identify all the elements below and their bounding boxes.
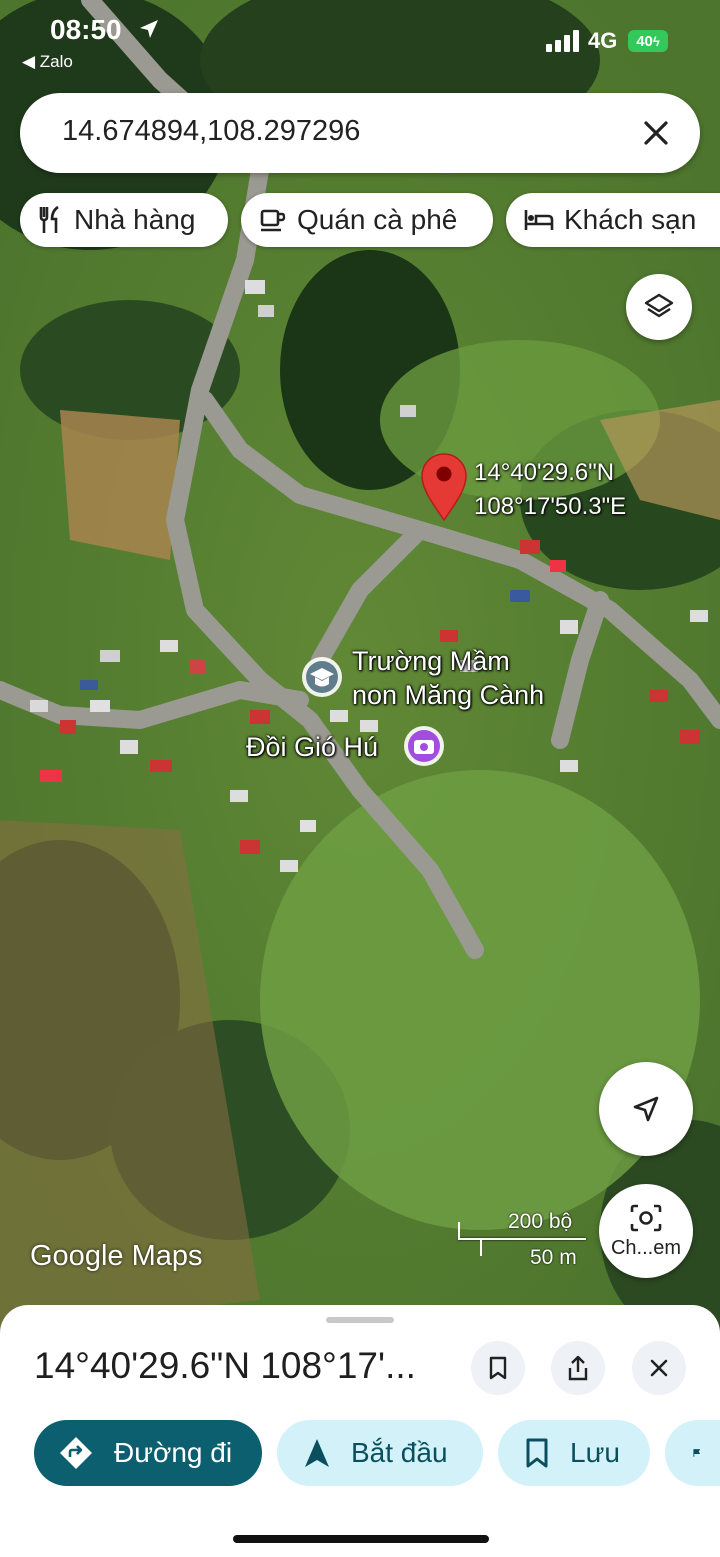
more-actions-button[interactable]	[665, 1420, 720, 1486]
lens-button-label: Ch...em	[610, 1236, 682, 1259]
share-button[interactable]	[551, 1341, 605, 1395]
place-title: 14°40'29.6"N 108°17'...	[34, 1345, 416, 1386]
scale-metric: 50 m	[530, 1246, 577, 1269]
bookmark-icon	[489, 1356, 507, 1380]
flag-icon	[693, 1449, 700, 1457]
save-button[interactable]: Lưu	[498, 1420, 650, 1486]
camera-lens-icon	[630, 1204, 662, 1231]
sheet-drag-handle[interactable]	[326, 1317, 394, 1323]
place-name-line1: Trường Mầm	[352, 646, 510, 676]
lens-button[interactable]: Ch...em	[599, 1184, 693, 1278]
google-maps-logo: Google Maps	[30, 1240, 203, 1272]
place-name-line2: non Măng Cành	[352, 680, 545, 710]
battery-icon: 40 ϟ	[628, 30, 668, 52]
directions-label: Đường đi	[114, 1437, 233, 1468]
chip-restaurants[interactable]: Nhà hàng	[20, 193, 228, 247]
camera-icon	[404, 726, 444, 766]
place-bottom-sheet[interactable]: 14°40'29.6"N 108°17'... Đường đi Bắt đầu	[0, 1305, 720, 1557]
directions-button[interactable]: Đường đi	[34, 1420, 262, 1486]
pin-coordinates-label: 14°40'29.6"N 108°17'50.3"E	[474, 456, 626, 524]
save-icon-button[interactable]	[471, 1341, 525, 1395]
school-icon	[302, 657, 342, 697]
bookmark-icon	[526, 1438, 548, 1468]
close-sheet-button[interactable]	[632, 1341, 686, 1395]
start-navigation-button[interactable]: Bắt đầu	[277, 1420, 483, 1486]
clear-search-icon[interactable]	[638, 115, 674, 151]
status-bar: 08:50 ◀ Zalo 4G 40 ϟ	[0, 0, 720, 80]
hotel-icon	[524, 210, 554, 230]
close-icon	[650, 1359, 668, 1377]
chip-coffee[interactable]: Quán cà phê	[241, 193, 493, 247]
battery-level: 40	[636, 32, 653, 50]
directions-icon	[60, 1437, 92, 1469]
chip-label: Khách sạn	[564, 204, 697, 235]
coffee-icon	[260, 209, 286, 232]
pin-longitude: 108°17'50.3"E	[474, 493, 627, 520]
pin-latitude: 14°40'29.6"N	[474, 459, 615, 486]
restaurant-icon	[39, 205, 59, 233]
navigation-arrow-icon	[633, 1096, 659, 1122]
search-input[interactable]: 14.674894,108.297296	[62, 115, 360, 148]
search-bar[interactable]: 14.674894,108.297296	[20, 93, 700, 173]
layers-icon	[644, 293, 674, 318]
scale-imperial: 200 bộ	[508, 1210, 573, 1233]
clock: 08:50	[50, 14, 122, 45]
place-label-doi-gio-hu[interactable]: Đồi Gió Hú	[246, 730, 378, 764]
back-to-app-link[interactable]: ◀ Zalo	[22, 52, 73, 72]
chip-label: Nhà hàng	[74, 204, 196, 235]
scale-bar: 200 bộ 50 m	[456, 1210, 586, 1270]
home-indicator[interactable]	[233, 1535, 489, 1543]
network-type: 4G	[588, 28, 618, 53]
chip-label: Quán cà phê	[297, 204, 458, 235]
my-location-button[interactable]	[599, 1062, 693, 1156]
cellular-signal-icon	[546, 30, 579, 52]
navigation-icon	[305, 1439, 329, 1467]
share-icon	[568, 1355, 588, 1381]
layers-button[interactable]	[626, 274, 692, 340]
save-label: Lưu	[570, 1437, 620, 1468]
location-arrow-icon	[140, 20, 158, 38]
place-label-school[interactable]: Trường Mầm non Măng Cành	[352, 644, 544, 712]
chip-hotels[interactable]: Khách sạn	[506, 193, 720, 247]
start-label: Bắt đầu	[351, 1437, 448, 1468]
